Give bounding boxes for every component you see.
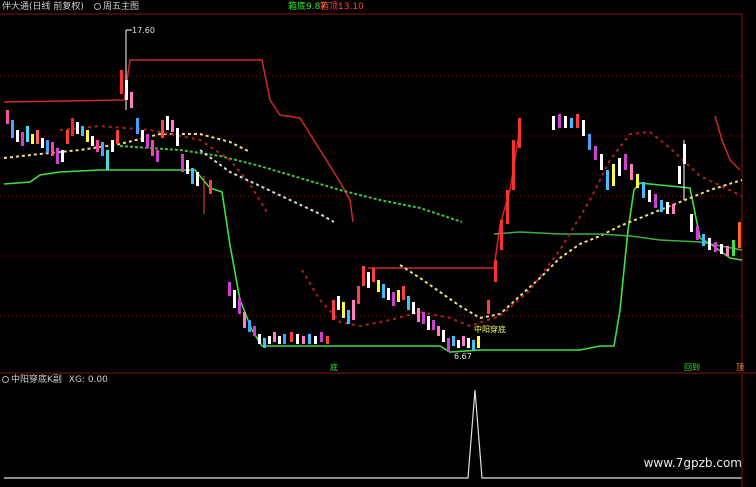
watermark: www.7gpzb.com xyxy=(643,456,742,470)
ma-green-dashed xyxy=(119,145,463,223)
marker-return: 回到 xyxy=(684,363,700,372)
xg-signal-spike xyxy=(4,389,742,479)
box-top-line-3 xyxy=(714,115,741,171)
sub-panel-header: 中阳穿底K副 XG: 0.00 xyxy=(0,374,108,386)
candles xyxy=(6,30,741,352)
ma-red-dashed-2 xyxy=(301,130,743,328)
price-chart[interactable] xyxy=(0,0,756,487)
marker-top: 顶 xyxy=(736,363,744,372)
signal-label: 中阳穿底 xyxy=(474,325,506,334)
sub-settings-dot-icon[interactable] xyxy=(2,376,9,383)
sub-panel-title[interactable]: 中阳穿底K副 xyxy=(11,375,62,385)
grid-lines xyxy=(0,75,742,317)
marker-bottom: 底 xyxy=(330,363,338,372)
ma-yellow-2 xyxy=(399,179,743,320)
sub-panel-value: XG: 0.00 xyxy=(68,375,108,385)
high-price-label: 17.60 xyxy=(132,26,155,35)
box-top-line-2 xyxy=(368,117,521,269)
low-price-label: 6.67 xyxy=(454,352,472,361)
support-line xyxy=(3,169,743,353)
